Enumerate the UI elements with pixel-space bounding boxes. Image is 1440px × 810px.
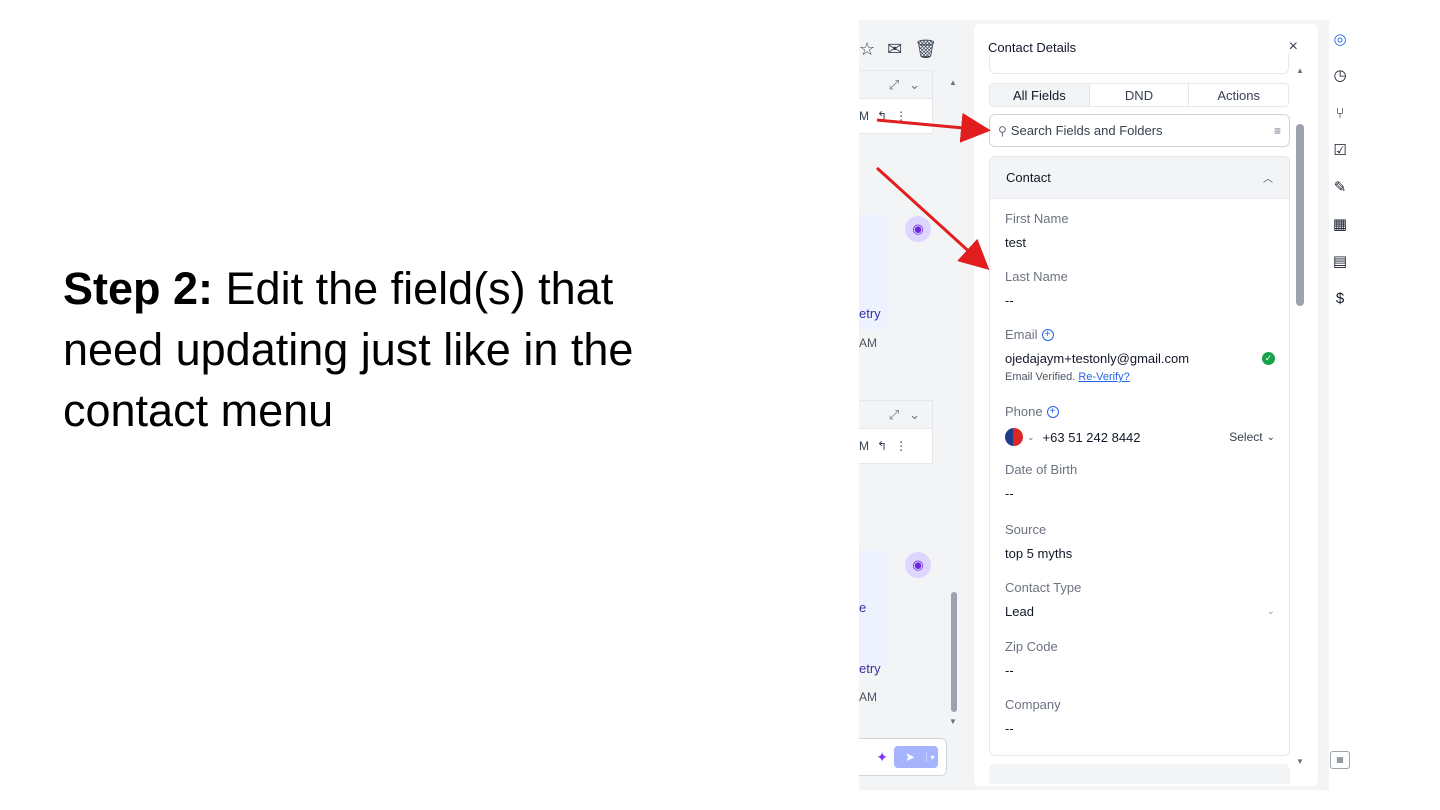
ai-sparkle-icon[interactable]: ✦ [876,749,888,766]
filter-icon[interactable]: ≡ [1274,124,1281,138]
section-title: Contact [1006,170,1051,185]
company-field[interactable]: Company -- [1005,697,1275,736]
conversation-pane: ☆ ✉ 🗑 ▲ ⤢ ⌄ M ↰ ⋮ ◉ etry AM ⤢ ⌄ M ↰ ⋮ ◉ … [859,20,963,790]
first-name-field[interactable]: First Name test [1005,211,1275,250]
zip-code-field[interactable]: Zip Code -- [1005,639,1275,678]
message-composer: ✦ ➤ ▾ [859,738,947,776]
close-icon[interactable]: × [1289,38,1298,56]
expand-icon[interactable]: ⤢ [889,77,899,93]
trash-icon[interactable]: 🗑 [914,39,937,60]
panel-title: Contact Details [988,40,1077,55]
reply-icon[interactable]: ↰ [877,109,887,123]
chevron-down-icon[interactable]: ⌄ [909,407,920,423]
panel-tabs: All Fields DND Actions [989,83,1289,107]
contact-type-field[interactable]: Contact Type Lead ⌄ [1005,580,1275,619]
contact-section-header[interactable]: Contact ︿ [990,157,1289,199]
retry-link[interactable]: etry [859,661,881,676]
philippines-flag-icon[interactable] [1005,428,1023,446]
chevron-up-icon[interactable]: ︿ [1263,170,1273,185]
retry-link[interactable]: etry [859,306,881,321]
step-label: Step 2: [63,263,214,314]
pen-icon[interactable]: ✎ [1331,178,1349,196]
more-icon[interactable]: ⋮ [895,439,907,453]
phone-value[interactable]: +63 51 242 8442 [1043,430,1230,445]
keyboard-icon[interactable]: ▦ [1330,751,1350,769]
chevron-down-icon[interactable]: ▾ [926,752,938,762]
tab-actions[interactable]: Actions [1188,84,1288,106]
header-field [989,54,1289,74]
right-icon-rail: ◎ ◷ ⑂ ☑ ✎ ▦ ▤ $ ▦ [1329,20,1350,790]
date-of-birth-field[interactable]: Date of Birth -- [1005,462,1275,501]
contact-icon[interactable]: ◎ [1331,30,1349,48]
add-phone-icon[interactable]: + [1046,405,1059,418]
chevron-down-icon[interactable]: ⌄ [1027,432,1035,443]
tab-dnd[interactable]: DND [1088,84,1189,106]
app-screenshot: ☆ ✉ 🗑 ▲ ⤢ ⌄ M ↰ ⋮ ◉ etry AM ⤢ ⌄ M ↰ ⋮ ◉ … [859,20,1350,790]
contact-details-panel: Contact Details × All Fields DND Actions… [974,24,1318,786]
verified-check-icon: ✓ [1262,352,1275,365]
chevron-down-icon[interactable]: ⌄ [1267,606,1275,617]
clock-icon[interactable]: ◷ [1331,66,1349,84]
conversation-scroll-down-icon[interactable]: ▼ [949,717,957,726]
conversation-toolbar: ☆ ✉ 🗑 [859,34,959,64]
calendar-icon[interactable]: ▦ [1331,215,1349,233]
add-email-icon[interactable]: + [1041,328,1054,341]
reverify-link[interactable]: Re-Verify? [1078,371,1129,383]
workflow-icon[interactable]: ⑂ [1331,104,1349,122]
last-name-field[interactable]: Last Name -- [1005,269,1275,308]
message-time: M [859,439,869,453]
message-time: AM [859,336,877,350]
email-field[interactable]: Email + ojedajaym+testonly@gmail.com ✓ Ema… [1005,327,1275,383]
ai-avatar-icon: ◉ [905,216,931,242]
email-verified-status: Email Verified. [1005,371,1076,383]
panel-scroll-up-icon[interactable]: ▲ [1296,66,1304,75]
slide-caption: Step 2: Edit the field(s) that need upda… [63,258,723,441]
email-value[interactable]: ojedajaym+testonly@gmail.com [1005,351,1262,366]
panel-scrollbar[interactable] [1296,124,1304,306]
conversation-scrollbar[interactable] [951,592,957,712]
ai-avatar-icon: ◉ [905,552,931,578]
message-time: M [859,109,869,123]
send-icon: ➤ [904,750,916,764]
message-card: ⤢ ⌄ M ↰ ⋮ [859,400,933,464]
source-field[interactable]: Source top 5 myths [1005,522,1275,561]
tab-all-fields[interactable]: All Fields [990,84,1089,106]
phone-field[interactable]: Phone + ⌄ +63 51 242 8442 Select ⌄ [1005,404,1275,446]
more-icon[interactable]: ⋮ [895,109,907,123]
payment-icon[interactable]: $ [1331,289,1349,307]
contact-section: Contact ︿ First Name test Last Name -- E… [989,156,1290,756]
expand-icon[interactable]: ⤢ [889,407,899,423]
contact-type-value[interactable]: Lead [1005,604,1267,619]
send-button[interactable]: ➤ ▾ [894,746,938,768]
document-icon[interactable]: ▤ [1331,252,1349,270]
next-section-header[interactable] [989,764,1290,784]
message-time: AM [859,690,877,704]
search-placeholder: Search Fields and Folders [1010,123,1163,138]
panel-scroll-down-icon[interactable]: ▼ [1296,757,1304,766]
search-fields-input[interactable]: ⚲ Search Fields and Folders ≡ [989,114,1290,147]
mail-icon[interactable]: ✉ [887,39,902,60]
star-icon[interactable]: ☆ [859,39,875,60]
reply-icon[interactable]: ↰ [877,439,887,453]
phone-type-select[interactable]: Select [1229,430,1262,444]
message-text: e [859,600,867,615]
chevron-down-icon[interactable]: ⌄ [909,77,920,93]
task-icon[interactable]: ☑ [1331,141,1349,159]
message-card: ⤢ ⌄ M ↰ ⋮ [859,70,933,134]
search-icon: ⚲ [998,123,1007,138]
conversation-scroll-up-icon[interactable]: ▲ [949,78,957,87]
chevron-down-icon[interactable]: ⌄ [1267,432,1275,443]
